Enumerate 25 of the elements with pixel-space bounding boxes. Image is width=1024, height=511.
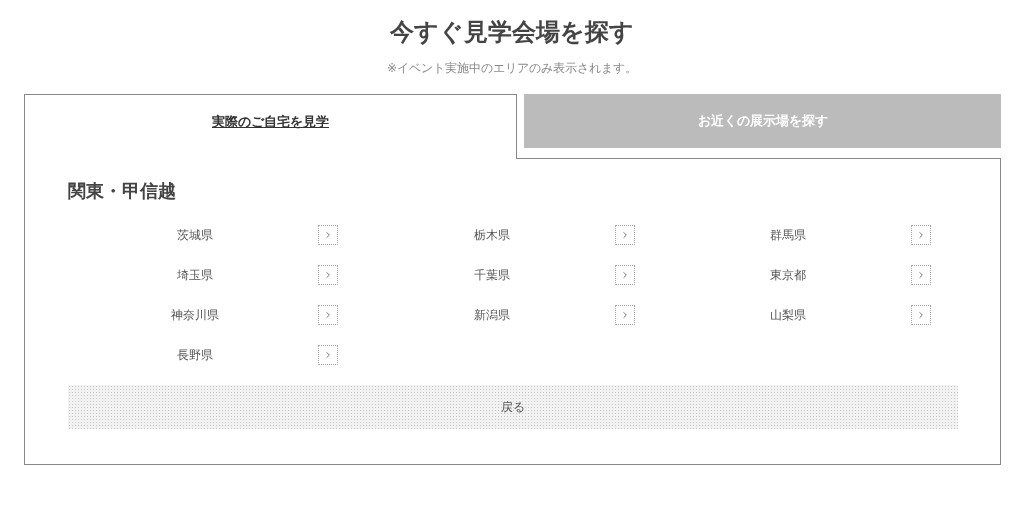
prefecture-link[interactable]: 茨城県 bbox=[140, 225, 338, 245]
chevron-right-icon bbox=[318, 265, 338, 285]
prefecture-link[interactable]: 埼玉県 bbox=[140, 265, 338, 285]
tab[interactable]: 実際のご自宅を見学 bbox=[24, 94, 517, 159]
back-button[interactable]: 戻る bbox=[68, 385, 958, 429]
prefecture-link[interactable]: 千葉県 bbox=[436, 265, 635, 285]
chevron-right-icon bbox=[614, 225, 635, 245]
page-title: 今すぐ見学会場を探す bbox=[390, 17, 634, 48]
prefecture-link[interactable]: 長野県 bbox=[140, 345, 338, 365]
region-heading: 関東・甲信越 bbox=[68, 179, 176, 203]
chevron-right-icon bbox=[318, 305, 338, 325]
chevron-right-icon bbox=[911, 305, 932, 325]
prefecture-link[interactable]: 山梨県 bbox=[733, 305, 932, 325]
prefecture-link[interactable]: 神奈川県 bbox=[140, 305, 338, 325]
chevron-right-icon bbox=[614, 305, 635, 325]
chevron-right-icon bbox=[318, 345, 338, 365]
chevron-right-icon bbox=[614, 265, 635, 285]
prefecture-link[interactable]: 新潟県 bbox=[436, 305, 635, 325]
prefecture-link[interactable]: 東京都 bbox=[733, 265, 932, 285]
prefecture-link[interactable]: 栃木県 bbox=[436, 225, 635, 245]
chevron-right-icon bbox=[318, 225, 338, 245]
prefecture-link[interactable]: 群馬県 bbox=[733, 225, 932, 245]
chevron-right-icon bbox=[911, 225, 932, 245]
notice-text: ※イベント実施中のエリアのみ表示されます。 bbox=[386, 61, 638, 76]
chevron-right-icon bbox=[911, 265, 932, 285]
